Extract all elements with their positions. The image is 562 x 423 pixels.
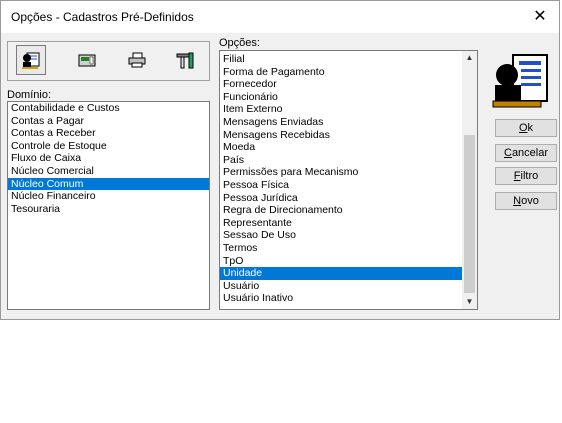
register-icon <box>78 54 96 67</box>
dominio-list[interactable]: Contabilidade e Custos Contas a Pagar Cont… <box>7 101 210 310</box>
opcoes-list-item[interactable]: Unidade <box>220 267 477 280</box>
opcoes-scrollbar[interactable]: ▲ ▼ <box>462 51 477 309</box>
window-title: Opções - Cadastros Pré-Definidos <box>11 10 194 24</box>
opcoes-list-item[interactable]: Representante <box>220 217 477 230</box>
novo-label-rest: ovo <box>521 195 539 207</box>
printer-icon <box>128 52 146 68</box>
title-bar: Opções - Cadastros Pré-Definidos ✕ <box>1 1 559 33</box>
ok-button[interactable]: Ok <box>495 119 557 137</box>
cancelar-mnemonic: C <box>503 147 512 159</box>
dominio-list-item[interactable]: Núcleo Comercial <box>8 165 209 178</box>
opcoes-list-item[interactable]: Filial <box>220 53 477 66</box>
person-card-icon <box>22 52 40 69</box>
opcoes-list-item[interactable]: Item Externo <box>220 103 477 116</box>
filtro-button[interactable]: Filtro <box>495 167 557 185</box>
ok-mnemonic: O <box>518 122 528 134</box>
tools-icon <box>176 52 194 69</box>
dominio-list-item[interactable]: Contas a Pagar <box>8 115 209 128</box>
scroll-thumb[interactable] <box>464 135 475 293</box>
filtro-label-rest: iltro <box>520 170 539 182</box>
dominio-list-item[interactable]: Núcleo Comum <box>8 177 209 191</box>
person-card-button[interactable] <box>16 45 46 75</box>
opcoes-list-item[interactable]: Funcionário <box>220 91 477 104</box>
opcoes-list-item[interactable]: Pessoa Jurídica <box>220 192 477 205</box>
opcoes-list-item[interactable]: País <box>220 154 477 167</box>
novo-mnemonic: N <box>513 195 522 207</box>
opcoes-list-item[interactable]: Mensagens Recebidas <box>220 129 477 142</box>
ok-label-rest: k <box>527 122 534 134</box>
scroll-down-icon[interactable]: ▼ <box>462 295 477 309</box>
dominio-list-item[interactable]: Tesouraria <box>8 203 209 216</box>
register-button[interactable] <box>72 45 102 75</box>
opcoes-list-item[interactable]: Usuário <box>220 280 477 293</box>
close-icon[interactable]: ✕ <box>529 6 551 28</box>
opcoes-list-item[interactable]: Usuário Inativo <box>220 292 477 305</box>
printer-button[interactable] <box>122 45 152 75</box>
cancelar-button[interactable]: Cancelar <box>495 144 557 162</box>
dominio-list-item[interactable]: Fluxo de Caixa <box>8 152 209 165</box>
opcoes-list-item[interactable]: Permissões para Mecanismo <box>220 166 477 179</box>
opcoes-list-item[interactable]: Moeda <box>220 141 477 154</box>
tools-button[interactable] <box>170 45 200 75</box>
filtro-mnemonic: F <box>513 170 521 182</box>
dominio-list-item[interactable]: Contabilidade e Custos <box>8 102 209 115</box>
opcoes-list-item[interactable]: Mensagens Enviadas <box>220 116 477 129</box>
opcoes-list-item[interactable]: Forma de Pagamento <box>220 66 477 79</box>
opcoes-list-item[interactable]: TpO <box>220 255 477 268</box>
dominio-list-item[interactable]: Contas a Receber <box>8 127 209 140</box>
opcoes-list[interactable]: Filial Forma de Pagamento Fornecedor Funcio… <box>219 50 478 310</box>
dominio-list-item[interactable]: Núcleo Financeiro <box>8 190 209 203</box>
cancelar-label-rest: ancelar <box>511 147 549 159</box>
novo-button[interactable]: Novo <box>495 192 557 210</box>
dominio-label: Domínio: <box>7 89 52 101</box>
opcoes-list-item[interactable]: Termos <box>220 242 477 255</box>
options-dialog: Opções - Cadastros Pré-Definidos ✕ Domín… <box>0 0 560 320</box>
category-toolbar <box>7 41 210 81</box>
dominio-list-item[interactable]: Controle de Estoque <box>8 140 209 153</box>
opcoes-list-item[interactable]: Regra de Direcionamento <box>220 204 477 217</box>
scroll-up-icon[interactable]: ▲ <box>462 51 477 65</box>
person-card-large-icon <box>492 54 548 108</box>
opcoes-list-item[interactable]: Sessao De Uso <box>220 229 477 242</box>
opcoes-list-item[interactable]: Pessoa Física <box>220 179 477 192</box>
opcoes-label: Opções: <box>219 37 260 49</box>
opcoes-list-item[interactable]: Fornecedor <box>220 78 477 91</box>
